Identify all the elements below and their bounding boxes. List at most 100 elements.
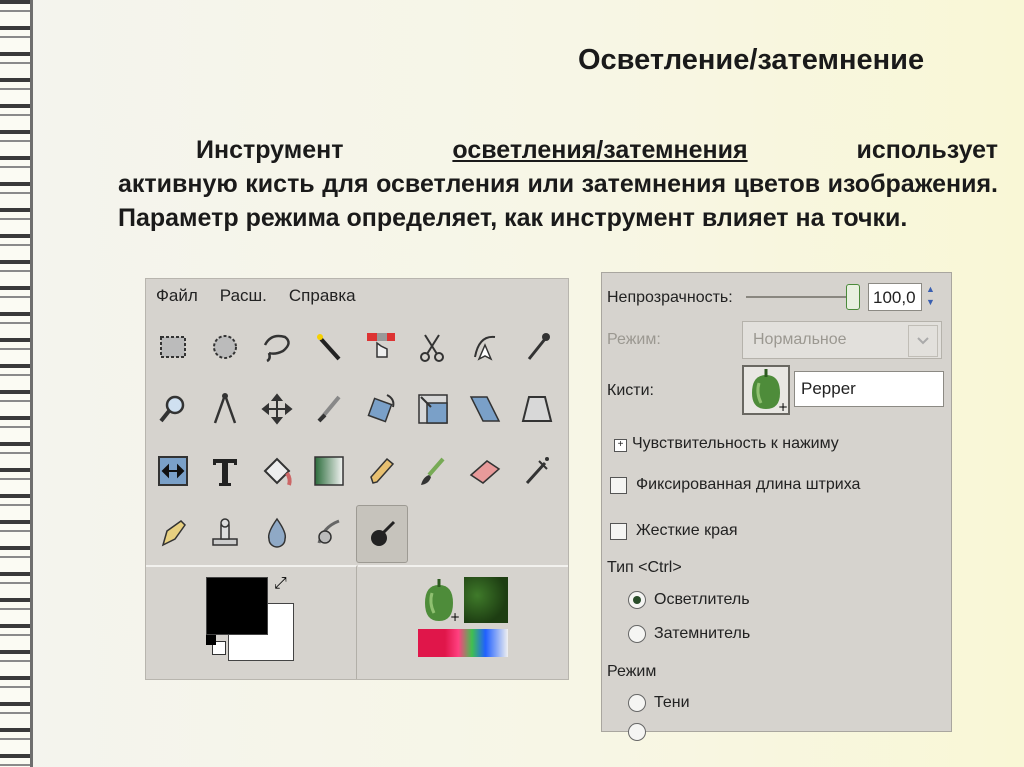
- ink-tool[interactable]: [148, 505, 198, 561]
- shear-tool[interactable]: [460, 381, 510, 437]
- magnify-tool[interactable]: [148, 381, 198, 437]
- perspective-tool[interactable]: [512, 381, 562, 437]
- paintbrush-tool[interactable]: [408, 443, 458, 499]
- flip-icon: [158, 456, 188, 486]
- chevron-down-icon[interactable]: [908, 325, 938, 357]
- paths-tool[interactable]: [460, 319, 510, 375]
- opacity-slider-handle[interactable]: [846, 284, 860, 310]
- eraser-icon: [469, 460, 501, 484]
- blend-tool[interactable]: [304, 443, 354, 499]
- fixed-length-label[interactable]: Фиксированная длина штриха: [636, 476, 860, 494]
- brush-name-field[interactable]: Pepper: [794, 371, 944, 407]
- brush-select-button[interactable]: +: [742, 365, 790, 415]
- menu-help[interactable]: Справка: [289, 286, 356, 306]
- shear-icon: [469, 396, 501, 422]
- hard-edges-checkbox[interactable]: [610, 523, 627, 540]
- paragraph-line1: Инструмент осветления/затемнения использ…: [118, 133, 998, 167]
- pressure-sensitivity-label[interactable]: Чувствительность к нажиму: [632, 435, 839, 453]
- swap-colors-icon[interactable]: ⤢: [274, 575, 292, 593]
- paragraph-word: Инструмент: [196, 136, 344, 164]
- ink-icon: [161, 520, 186, 547]
- scissors-tool[interactable]: [408, 319, 458, 375]
- dodge-burn-tool[interactable]: [356, 505, 408, 563]
- gradient-preview[interactable]: [418, 629, 508, 657]
- hard-edges-label[interactable]: Жесткие края: [636, 522, 738, 540]
- text-tool[interactable]: [200, 443, 250, 499]
- burn-radio[interactable]: [628, 625, 646, 643]
- ellipse-select-icon: [213, 335, 237, 359]
- shadows-radio[interactable]: [628, 694, 646, 712]
- rect-select-icon: [160, 336, 186, 358]
- dodge-radio[interactable]: [628, 591, 646, 609]
- burn-label[interactable]: Затемнитель: [654, 625, 750, 643]
- smudge-tool[interactable]: [304, 505, 354, 561]
- fixed-length-checkbox[interactable]: [610, 477, 627, 494]
- move-tool[interactable]: [252, 381, 302, 437]
- perspective-icon: [521, 396, 553, 422]
- bucket-fill-icon: [263, 457, 292, 486]
- paragraph-link[interactable]: осветления/затемнения: [452, 136, 747, 164]
- expand-plus-icon[interactable]: +: [614, 439, 627, 452]
- pattern-preview[interactable]: [464, 577, 508, 623]
- slide-title: Осветление/затемнение: [578, 44, 925, 76]
- crop-icon: [317, 395, 341, 423]
- free-select-icon: [263, 334, 290, 363]
- fuzzy-select-tool[interactable]: [304, 319, 354, 375]
- crop-tool[interactable]: [304, 381, 354, 437]
- scale-icon: [418, 394, 448, 424]
- blend-icon: [314, 456, 344, 486]
- pepper-brush-icon: +: [425, 579, 460, 624]
- fg-color-swatch[interactable]: [206, 577, 268, 635]
- blur-tool[interactable]: [252, 505, 302, 561]
- rect-select-tool[interactable]: [148, 319, 198, 375]
- toolbox-menubar: Файл Расш. Справка: [146, 279, 568, 313]
- fuzzy-select-icon: [317, 334, 341, 361]
- menu-file[interactable]: Файл: [156, 286, 198, 306]
- paragraph-body: активную кисть для осветления или затемн…: [118, 170, 998, 232]
- pencil-tool[interactable]: [356, 443, 406, 499]
- default-colors-icon[interactable]: [206, 635, 226, 655]
- rotate-tool[interactable]: [356, 381, 406, 437]
- menu-xtns[interactable]: Расш.: [220, 286, 267, 306]
- rotate-icon: [367, 394, 395, 423]
- dodge-burn-icon: [371, 520, 396, 546]
- text-icon: [213, 459, 237, 486]
- flip-tool[interactable]: [148, 443, 198, 499]
- smudge-icon: [317, 519, 340, 544]
- slide-paragraph: Инструмент осветления/затемнения использ…: [118, 133, 998, 235]
- range-label: Режим: [607, 663, 657, 680]
- svg-text:+: +: [450, 610, 460, 623]
- measure-tool[interactable]: [200, 381, 250, 437]
- color-select-tool[interactable]: [356, 319, 406, 375]
- color-picker-tool[interactable]: [512, 319, 562, 375]
- tool-options-panel: Непрозрачность: 100,0 ▲ ▼ Режим: Нормаль…: [601, 272, 952, 741]
- opacity-spin-arrows[interactable]: ▲ ▼: [926, 283, 944, 311]
- opacity-input[interactable]: 100,0: [868, 283, 922, 311]
- spin-up-icon[interactable]: ▲: [926, 283, 944, 296]
- scale-tool[interactable]: [408, 381, 458, 437]
- dodge-label[interactable]: Осветлитель: [654, 591, 750, 609]
- eraser-tool[interactable]: [460, 443, 510, 499]
- opacity-label: Непрозрачность:: [607, 289, 733, 306]
- opacity-slider[interactable]: [746, 296, 852, 298]
- svg-text:+: +: [778, 400, 788, 413]
- clone-tool[interactable]: [200, 505, 250, 561]
- midtones-radio[interactable]: [628, 723, 646, 741]
- free-select-tool[interactable]: [252, 319, 302, 375]
- color-select-icon: [367, 333, 395, 358]
- ellipse-select-tool[interactable]: [200, 319, 250, 375]
- pepper-brush-icon: +: [752, 369, 788, 414]
- paragraph-word: использует: [856, 136, 998, 164]
- notebook-binding: [0, 0, 33, 767]
- spin-down-icon[interactable]: ▼: [926, 296, 944, 309]
- move-icon: [261, 393, 293, 425]
- airbrush-tool[interactable]: [512, 443, 562, 499]
- mode-label: Режим:: [607, 331, 661, 348]
- bucket-fill-tool[interactable]: [252, 443, 302, 499]
- brushes-label: Кисти:: [607, 382, 654, 399]
- brush-preview[interactable]: +: [418, 577, 460, 624]
- toolbox-window: Файл Расш. Справка ⤢ +: [145, 278, 569, 680]
- shadows-label[interactable]: Тени: [654, 694, 690, 712]
- brush-pattern-area: +: [358, 565, 568, 679]
- mode-select[interactable]: Нормальное: [742, 321, 942, 359]
